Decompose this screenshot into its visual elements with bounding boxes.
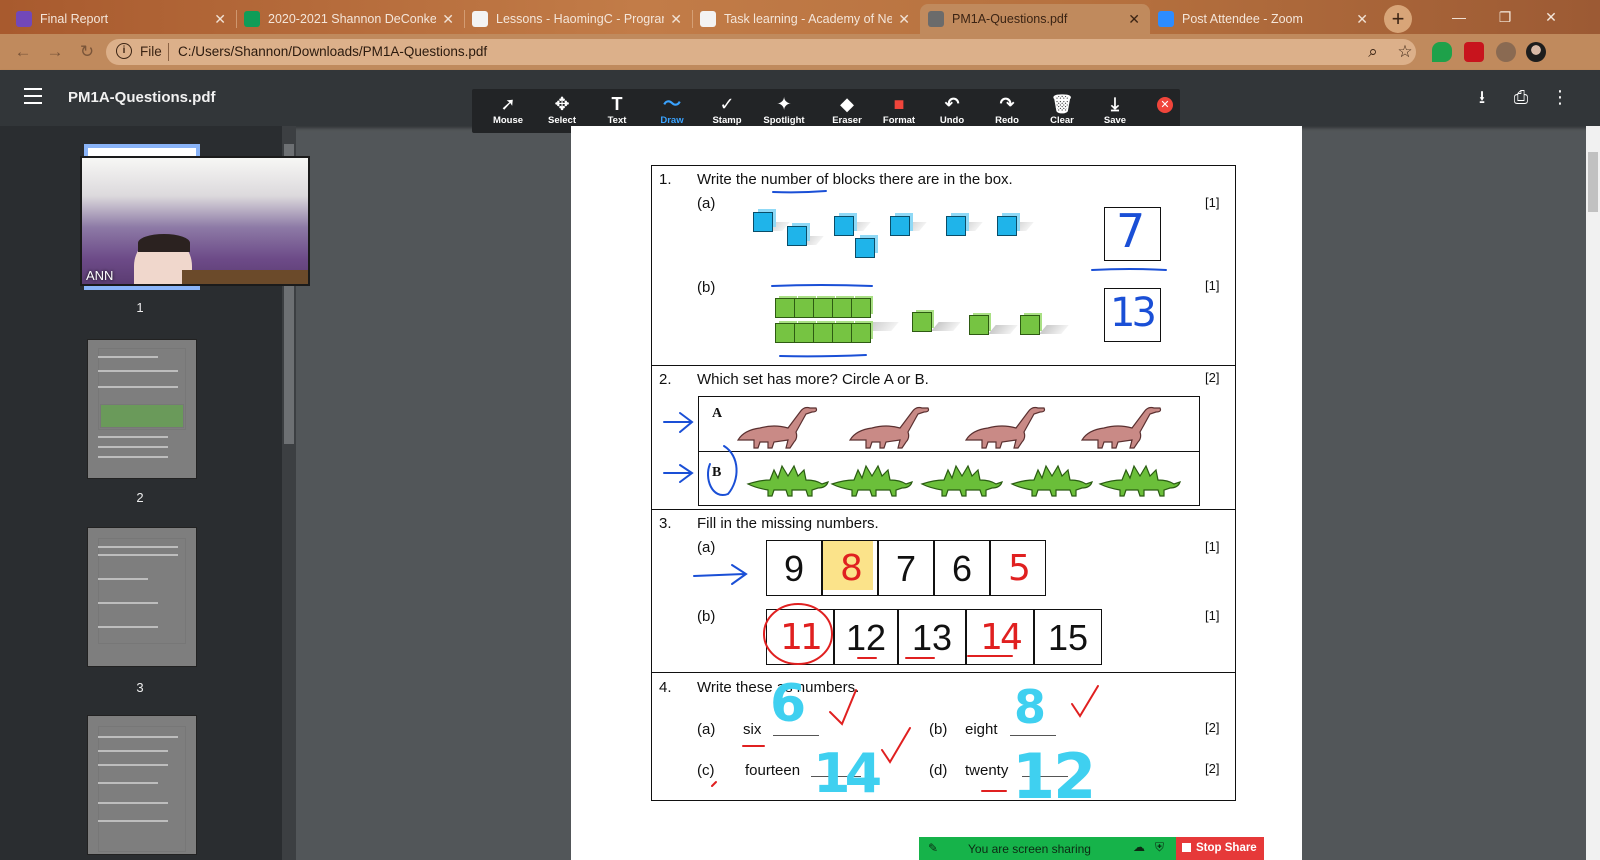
cloud-icon: ☁ [1133, 840, 1145, 854]
arrow-set-b [663, 464, 694, 483]
arrow-set-a [663, 412, 694, 433]
share-status-text: You are screen sharing [968, 842, 1091, 856]
stop-share-label: Stop Share [1196, 842, 1257, 854]
underline-number [772, 190, 827, 194]
check-a [829, 689, 857, 726]
circle-b [707, 445, 738, 496]
overline-rod [771, 284, 873, 287]
underline-answer-7 [1091, 268, 1167, 271]
annotation-overlay [663, 190, 1167, 792]
tick-c [711, 781, 717, 787]
share-pin-icon[interactable]: ✎ [928, 841, 938, 855]
stop-icon [1182, 843, 1191, 852]
arrow-row-a [693, 564, 748, 585]
circle-eleven [763, 603, 833, 665]
check-b [1071, 685, 1099, 718]
underline-rod [779, 354, 867, 358]
shield-icon: ⛨ [1155, 840, 1165, 854]
check-c [881, 727, 911, 764]
